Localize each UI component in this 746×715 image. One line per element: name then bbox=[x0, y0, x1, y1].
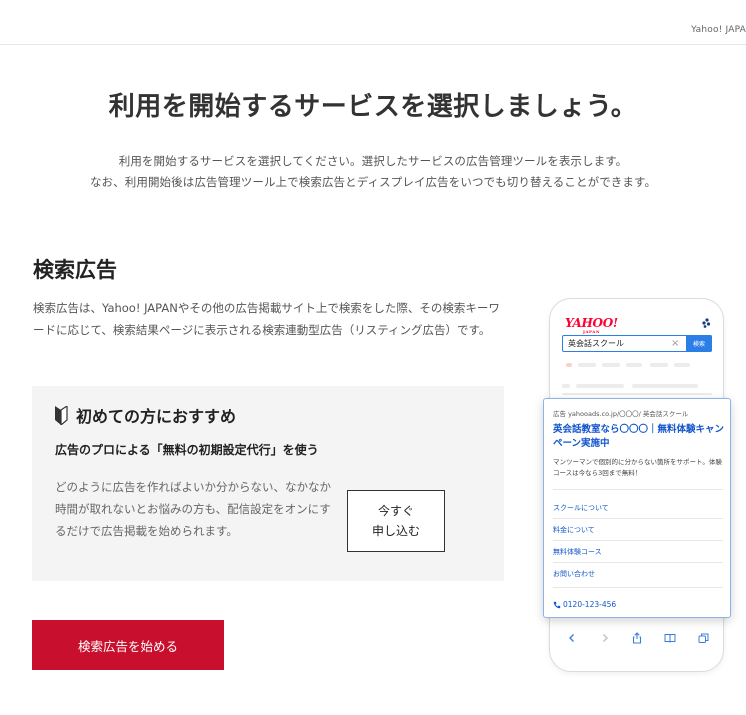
ad-sitelink[interactable]: スクールについて bbox=[553, 503, 609, 513]
apply-now-label-2: 申し込む bbox=[371, 524, 420, 538]
search-ads-description: 検索広告は、Yahoo! JAPANやその他の広告掲載サイト上で検索をした際、そ… bbox=[33, 301, 500, 337]
close-icon: × bbox=[671, 338, 680, 349]
intro-line-1: 利用を開始するサービスを選択してください。選択したサービスの広告管理ツールを表示… bbox=[118, 154, 628, 168]
ad-phone-link[interactable]: 0120-123-456 bbox=[553, 600, 616, 609]
apply-now-label-1: 今すぐ bbox=[377, 504, 414, 518]
divider bbox=[553, 489, 723, 490]
placeholder-line bbox=[576, 384, 624, 388]
placeholder-tab bbox=[566, 363, 572, 367]
placeholder-line bbox=[632, 384, 698, 388]
phone-icon bbox=[553, 601, 561, 608]
apps-icon bbox=[702, 318, 711, 328]
divider bbox=[553, 562, 723, 563]
ad-sitelink[interactable]: 無料体験コース bbox=[553, 547, 602, 557]
recommendation-title: 初めての方におすすめ bbox=[76, 407, 237, 426]
yahoo-logo: YAHOO! JAPAN bbox=[565, 316, 618, 334]
share-icon bbox=[630, 631, 644, 645]
placeholder-tab bbox=[602, 363, 620, 367]
bookmarks-icon bbox=[663, 631, 677, 645]
placeholder-tab bbox=[626, 363, 642, 367]
mock-search-bar: 英会話スクール × 検索 bbox=[562, 335, 712, 352]
recommendation-header: 初めての方におすすめ bbox=[54, 403, 236, 427]
tabs-icon bbox=[696, 631, 710, 645]
ad-preview-card: 広告 yahooads.co.jp/〇〇〇/ 英会話スクール 英会話教室なら〇〇… bbox=[543, 398, 731, 618]
ad-phone-number: 0120-123-456 bbox=[563, 600, 617, 609]
search-ads-title: 検索広告 bbox=[33, 258, 117, 282]
placeholder-tab bbox=[674, 363, 690, 367]
intro-line-2: なお、利用開始後は広告管理ツール上で検索広告とディスプレイ広告をいつでも切り替え… bbox=[89, 175, 657, 189]
beginner-mark-icon bbox=[55, 405, 68, 425]
back-icon bbox=[565, 631, 579, 645]
recommendation-box: 初めての方におすすめ 広告のプロによる「無料の初期設定代行」を使う どのように広… bbox=[32, 386, 504, 581]
mock-search-query: 英会話スクール bbox=[568, 339, 624, 348]
top-bar: Yahoo! JAPA bbox=[0, 0, 746, 45]
divider bbox=[553, 518, 723, 519]
ad-sitelink[interactable]: お問い合わせ bbox=[553, 569, 595, 579]
placeholder-line bbox=[562, 384, 570, 388]
mock-search-button: 検索 bbox=[686, 335, 712, 352]
forward-icon bbox=[598, 631, 612, 645]
ad-headline: 英会話教室なら〇〇〇｜無料体験キャンペーン実施中 bbox=[553, 424, 725, 449]
ad-url: 広告 yahooads.co.jp/〇〇〇/ 英会話スクール bbox=[553, 410, 689, 418]
placeholder-tab bbox=[650, 363, 668, 367]
divider bbox=[553, 587, 723, 588]
placeholder-tab bbox=[578, 363, 596, 367]
page-title: 利用を開始するサービスを選択しましょう。 bbox=[108, 92, 638, 122]
recommendation-subtitle: 広告のプロによる「無料の初期設定代行」を使う bbox=[55, 443, 319, 457]
placeholder-line bbox=[562, 393, 712, 395]
browser-nav-bar bbox=[562, 631, 712, 655]
brand-name: Yahoo! JAPA bbox=[691, 25, 746, 35]
start-search-ads-button[interactable]: 検索広告を始める bbox=[32, 620, 224, 670]
ad-sitelink[interactable]: 料金について bbox=[553, 525, 595, 535]
ad-description: マンツーマンで個別的に分からない箇所をサポート。体験コースは今なら3回まで無料！ bbox=[553, 458, 722, 477]
apply-now-button[interactable]: 今すぐ 申し込む bbox=[347, 490, 445, 552]
intro-text: 利用を開始するサービスを選択してください。選択したサービスの広告管理ツールを表示… bbox=[0, 151, 746, 193]
yahoo-logo-text: YAHOO! bbox=[565, 316, 618, 330]
recommendation-text: どのように広告を作ればよいか分からない、なかなか時間が取れないとお悩みの方も、配… bbox=[55, 480, 331, 538]
divider bbox=[553, 540, 723, 541]
